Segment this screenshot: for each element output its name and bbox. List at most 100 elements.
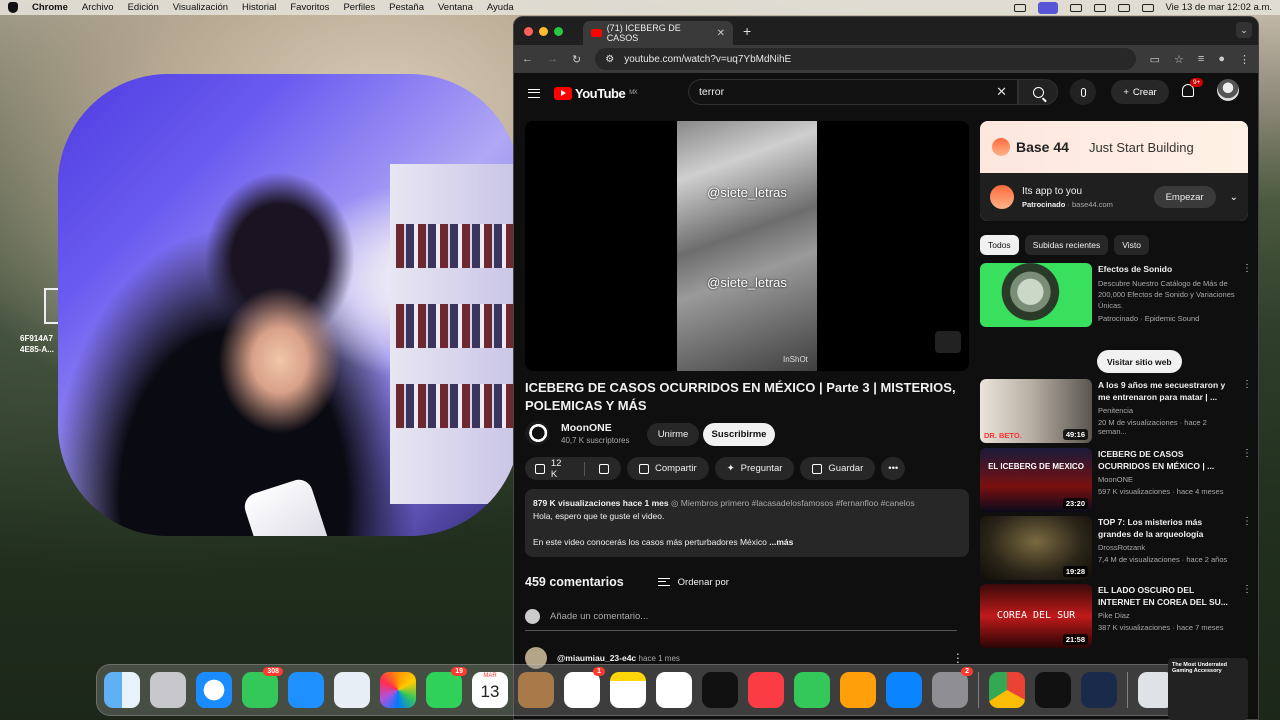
ad-cta-button[interactable]: Empezar — [1153, 186, 1216, 208]
menu-archivo[interactable]: Archivo — [82, 2, 114, 13]
rec-menu-icon[interactable]: ⋮ — [1242, 516, 1252, 580]
url-field[interactable]: ⚙ youtube.com/watch?v=uq7YbMdNihE — [595, 48, 1136, 70]
menu-pestana[interactable]: Pestaña — [389, 2, 424, 13]
menu-edicion[interactable]: Edición — [128, 2, 159, 13]
menubar-clock[interactable]: Vie 13 de mar 12:02 a.m. — [1166, 2, 1273, 13]
obs-icon[interactable] — [1081, 672, 1117, 708]
tab-youtube[interactable]: (71) ICEBERG DE CASOS ✕ — [583, 21, 733, 45]
wifi-icon[interactable] — [1117, 3, 1130, 12]
sort-button[interactable]: Ordenar por — [657, 577, 729, 588]
menu-perfiles[interactable]: Perfiles — [343, 2, 375, 13]
rec-thumbnail[interactable]: EL ICEBERG DE MEXICO 23:20 — [980, 448, 1092, 512]
apple-tv-icon[interactable] — [702, 672, 738, 708]
rec-menu-icon[interactable]: ⋮ — [1242, 379, 1252, 443]
clear-search-icon[interactable]: ✕ — [996, 84, 1007, 100]
mail-icon[interactable] — [288, 672, 324, 708]
contacts-icon[interactable] — [518, 672, 554, 708]
zoom-window-icon[interactable] — [554, 26, 563, 36]
tab-search-icon[interactable]: ⌄ — [1236, 22, 1252, 38]
rec-title[interactable]: EL LADO OSCURO DEL INTERNET EN COREA DEL… — [1098, 584, 1236, 608]
photos-icon[interactable] — [380, 672, 416, 708]
new-tab-icon[interactable]: + — [743, 23, 751, 39]
thumbs-up-icon[interactable] — [535, 463, 545, 474]
ad-banner[interactable]: Base 44 Just Start Building — [980, 121, 1248, 173]
video-player[interactable]: @siete_letras @siete_letras InShOt — [525, 121, 969, 371]
subscribe-button[interactable]: Suscribirme — [703, 423, 775, 446]
reminders-icon[interactable]: 1 — [564, 667, 605, 708]
join-button[interactable]: Unirme — [647, 423, 699, 446]
more-link[interactable]: ...más — [769, 537, 793, 547]
add-comment-field[interactable]: Añade un comentario... — [525, 609, 957, 631]
freeform-icon[interactable] — [656, 672, 692, 708]
sponsored-ad[interactable]: Base 44 Just Start Building Its app to y… — [980, 121, 1248, 221]
bookmark-star-icon[interactable]: ☆ — [1174, 53, 1184, 66]
system-settings-icon[interactable]: 2 — [932, 667, 973, 708]
launchpad-icon[interactable] — [150, 672, 186, 708]
status-icon[interactable] — [1013, 3, 1026, 12]
close-tab-icon[interactable]: ✕ — [717, 28, 725, 39]
hashtags[interactable]: ◎ Miembros primero #lacasadelosfamosos #… — [671, 498, 915, 508]
facetime-icon[interactable]: 19 — [426, 667, 467, 708]
commenter-name[interactable]: @miaumiau_23-e4c — [557, 653, 636, 663]
cast-icon[interactable]: ▭ — [1150, 53, 1160, 66]
youtube-logo[interactable]: YouTube MX — [554, 86, 638, 101]
menu-ayuda[interactable]: Ayuda — [487, 2, 514, 13]
chrome-menu-icon[interactable]: ⋮ — [1239, 53, 1250, 66]
rec-title[interactable]: TOP 7: Los misterios más grandes de la a… — [1098, 516, 1236, 540]
close-window-icon[interactable] — [524, 26, 533, 36]
rec-thumbnail[interactable]: 19:28 — [980, 516, 1092, 580]
search-button[interactable] — [1018, 79, 1058, 105]
rec-item[interactable]: COREA DEL SUR 21:58 EL LADO OSCURO DEL I… — [980, 584, 1252, 648]
hamburger-menu-icon[interactable] — [528, 88, 540, 98]
rec-thumbnail[interactable]: COREA DEL SUR 21:58 — [980, 584, 1092, 648]
ask-button[interactable]: ✦ Preguntar — [714, 457, 795, 480]
channel-name[interactable]: MoonONE — [561, 422, 629, 434]
forward-icon[interactable]: → — [547, 53, 558, 65]
video-preview-peek[interactable]: The Most Underrated Gaming Accessory — [1168, 658, 1248, 720]
numbers-icon[interactable] — [794, 672, 830, 708]
description-box[interactable]: 879 K visualizaciones hace 1 mes ◎ Miemb… — [525, 489, 969, 557]
rec-thumbnail[interactable]: DR. BETO. 49:16 — [980, 379, 1092, 443]
messages-icon[interactable]: 308 — [242, 667, 283, 708]
rec-menu-icon[interactable]: ⋮ — [1242, 584, 1252, 648]
like-count[interactable]: 12 K — [551, 458, 570, 480]
visit-site-button[interactable]: Visitar sitio web — [1097, 350, 1182, 373]
create-button[interactable]: + Crear — [1111, 80, 1169, 104]
rec-title[interactable]: A los 9 años me secuestraron y me entren… — [1098, 379, 1236, 403]
chip-recent[interactable]: Subidas recientes — [1024, 235, 1109, 255]
rec-item-sponsored[interactable]: Efectos de Sonido Descubre Nuestro Catál… — [980, 263, 1252, 327]
capcut-icon[interactable] — [1035, 672, 1071, 708]
play-icon[interactable] — [1069, 3, 1082, 12]
account-avatar[interactable] — [1217, 79, 1239, 101]
reload-icon[interactable]: ↻ — [572, 53, 581, 66]
channel-avatar[interactable] — [525, 421, 549, 445]
save-button[interactable]: Guardar — [800, 457, 876, 480]
rec-channel[interactable]: Pike Diaz — [1098, 611, 1236, 620]
chip-watched[interactable]: Visto — [1114, 235, 1150, 255]
more-actions-button[interactable]: ••• — [881, 457, 906, 480]
rec-title[interactable]: Efectos de Sonido — [1098, 263, 1236, 275]
rec-channel[interactable]: Penitencia — [1098, 406, 1236, 415]
rec-item[interactable]: EL ICEBERG DE MEXICO 23:20 ICEBERG DE CA… — [980, 448, 1252, 512]
comment-menu-icon[interactable]: ⋮ — [952, 651, 964, 665]
menu-historial[interactable]: Historial — [242, 2, 276, 13]
rec-channel[interactable]: MoonONE — [1098, 475, 1236, 484]
minimize-window-icon[interactable] — [539, 26, 548, 36]
battery-icon[interactable] — [1093, 3, 1106, 12]
back-icon[interactable]: ← — [522, 53, 533, 65]
thumbs-down-icon[interactable] — [599, 463, 609, 474]
site-settings-icon[interactable]: ⚙ — [605, 54, 614, 65]
share-button[interactable]: Compartir — [627, 457, 709, 480]
chevron-down-icon[interactable]: ⌄ — [1230, 192, 1238, 203]
rec-item[interactable]: DR. BETO. 49:16 A los 9 años me secuestr… — [980, 379, 1252, 443]
app-store-icon[interactable] — [886, 672, 922, 708]
screen-record-icon[interactable] — [1037, 1, 1058, 14]
chip-todos[interactable]: Todos — [980, 235, 1019, 255]
rec-channel[interactable]: DrossRotzank — [1098, 543, 1236, 552]
rec-item[interactable]: 19:28 TOP 7: Los misterios más grandes d… — [980, 516, 1252, 580]
search-input[interactable]: terror ✕ — [688, 79, 1018, 105]
calendar-icon[interactable]: MAR 13 — [472, 672, 508, 708]
profile-icon[interactable]: ● — [1218, 53, 1225, 65]
voice-search-button[interactable] — [1070, 79, 1096, 105]
finder-icon[interactable] — [104, 672, 140, 708]
